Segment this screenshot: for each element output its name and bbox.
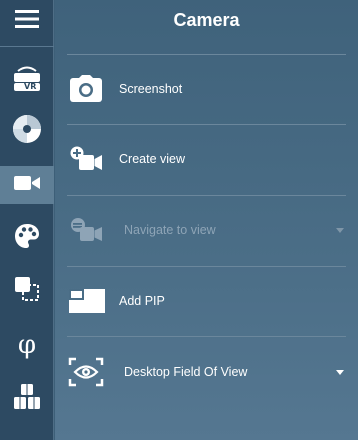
camera-panel: Camera Screenshot Create view Navigate t… — [55, 0, 358, 440]
add-pip-button[interactable]: Add PIP — [55, 272, 358, 330]
phi-icon: φ — [17, 330, 37, 360]
rail-item-selection[interactable] — [0, 272, 54, 310]
add-pip-label: Add PIP — [119, 294, 165, 308]
panel-title: Camera — [173, 10, 240, 30]
selection-squares-icon — [13, 275, 41, 308]
rail-item-cubes[interactable] — [0, 380, 54, 418]
camera-icon — [67, 70, 105, 108]
screenshot-button[interactable]: Screenshot — [55, 60, 358, 118]
desktop-field-of-view-label: Desktop Field Of View — [124, 365, 248, 379]
palette-icon — [13, 222, 41, 255]
rail-item-disc[interactable] — [0, 112, 54, 150]
navigate-to-view-label: Navigate to view — [124, 223, 216, 237]
pip-icon — [67, 282, 107, 320]
navigate-video-icon — [67, 211, 105, 249]
create-view-label: Create view — [119, 152, 185, 166]
add-video-icon — [67, 140, 105, 178]
vr-headset-icon: VR — [11, 62, 43, 92]
rail-item-palette[interactable] — [0, 219, 54, 257]
rail-item-phi[interactable]: φ — [0, 326, 54, 364]
rail-item-vr[interactable]: VR — [0, 58, 54, 96]
menu-button[interactable] — [0, 2, 54, 40]
chevron-down-icon — [336, 227, 344, 233]
screenshot-label: Screenshot — [119, 82, 183, 96]
navigate-to-view-dropdown[interactable]: Navigate to view — [55, 201, 358, 259]
field-of-view-icon — [67, 353, 105, 391]
side-rail: VR φ — [0, 0, 54, 440]
rail-item-camera[interactable] — [0, 166, 54, 204]
chevron-down-icon — [336, 369, 344, 375]
menu-icon — [14, 8, 40, 35]
vr-label: VR — [24, 82, 37, 91]
disc-icon — [12, 114, 42, 149]
video-camera-icon — [13, 173, 41, 198]
create-view-button[interactable]: Create view — [55, 130, 358, 188]
desktop-field-of-view-dropdown[interactable]: Desktop Field Of View — [55, 343, 358, 401]
cubes-icon — [12, 383, 42, 416]
